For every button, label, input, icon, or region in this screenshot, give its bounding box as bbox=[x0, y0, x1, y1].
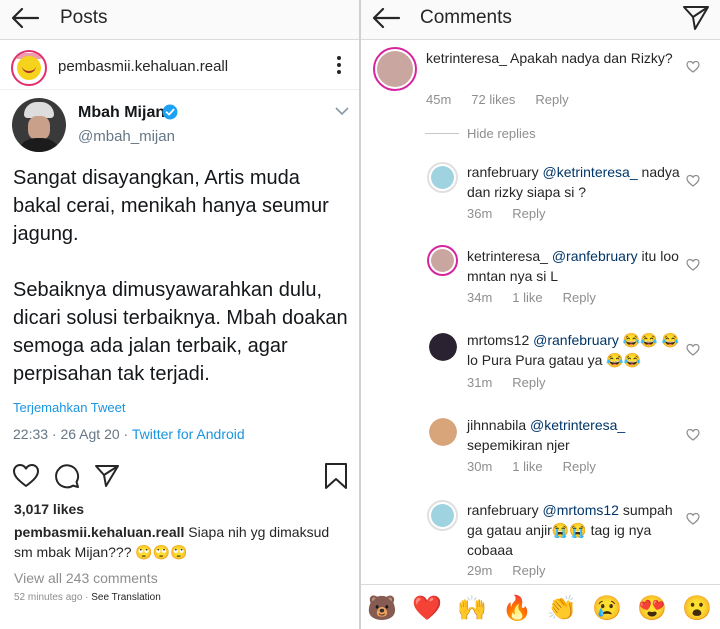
commenter-avatar[interactable] bbox=[373, 47, 417, 91]
comment-time: 34m bbox=[467, 290, 493, 305]
posts-title: Posts bbox=[60, 7, 108, 28]
surprised-face-emoji-button[interactable]: 😮 bbox=[682, 595, 712, 623]
comment-text: mrtoms12 @ranfebruary 😂😂 😂lo Pura Pura g… bbox=[467, 330, 682, 370]
comment-username[interactable]: mrtoms12 bbox=[467, 332, 529, 348]
comment-likes[interactable]: 1 like bbox=[512, 459, 542, 474]
comment-time: 45m bbox=[426, 92, 452, 107]
comment-text: ranfebruary @ketrinteresa_ nadya dan riz… bbox=[467, 162, 682, 202]
comment-body: Apakah nadya dan Rizky? bbox=[506, 50, 673, 66]
post-time-ago: 52 minutes ago · bbox=[14, 592, 92, 603]
comments-top-bar: Comments bbox=[361, 0, 720, 40]
hide-replies-line bbox=[425, 133, 459, 134]
translate-tweet-link: Terjemahkan Tweet bbox=[13, 400, 126, 415]
like-heart-icon[interactable] bbox=[12, 462, 40, 490]
comment-body: sepemikiran njer bbox=[467, 437, 570, 453]
caption-username[interactable]: pembasmii.kehaluan.reall bbox=[14, 524, 184, 540]
comment-like-heart-icon[interactable] bbox=[686, 343, 700, 356]
commenter-avatar[interactable] bbox=[429, 333, 457, 361]
posts-top-bar: Posts bbox=[0, 0, 359, 40]
post-actions bbox=[0, 458, 359, 494]
comment-bubble-icon[interactable] bbox=[53, 462, 81, 490]
heart-eyes-emoji-button[interactable]: 😍 bbox=[637, 595, 667, 623]
post-author-avatar[interactable] bbox=[11, 50, 47, 86]
comment-meta: 31m Reply bbox=[467, 375, 566, 390]
commenter-avatar[interactable] bbox=[427, 500, 458, 531]
tweet-time: 22:33 · 26 Agt 20 · bbox=[13, 426, 132, 442]
bear-emoji-button[interactable]: 🐻 bbox=[367, 595, 397, 623]
comment-username[interactable]: jihnnabila bbox=[467, 417, 526, 433]
comments-panel: Comments ketrinteresa_ Apakah nadya dan … bbox=[361, 0, 720, 629]
comment-mention[interactable]: @ketrinteresa_ bbox=[539, 164, 637, 180]
tweet-author-name: Mbah Mijan bbox=[78, 104, 166, 121]
comment-meta: 30m 1 like Reply bbox=[467, 459, 616, 474]
comment-text: ketrinteresa_ @ranfebruary itu loo mntan… bbox=[467, 246, 682, 286]
post-caption: pembasmii.kehaluan.reall Siapa nih yg di… bbox=[14, 522, 349, 562]
share-send-icon[interactable] bbox=[93, 462, 121, 490]
direct-send-icon[interactable] bbox=[682, 5, 710, 31]
reply-button[interactable]: Reply bbox=[512, 375, 545, 390]
reply-button[interactable]: Reply bbox=[563, 459, 596, 474]
fire-emoji-button[interactable]: 🔥 bbox=[502, 595, 532, 623]
tweet-meta: 22:33 · 26 Agt 20 · Twitter for Android bbox=[13, 426, 245, 442]
comment-username[interactable]: ketrinteresa_ bbox=[467, 248, 548, 264]
raising-hands-emoji-button[interactable]: 🙌 bbox=[457, 595, 487, 623]
tweet-author-handle: @mbah_mijan bbox=[78, 128, 175, 145]
comment-time: 29m bbox=[467, 563, 493, 578]
comment-like-heart-icon[interactable] bbox=[686, 258, 700, 271]
post-author-username[interactable]: pembasmii.kehaluan.reall bbox=[58, 58, 228, 75]
comment-text: ketrinteresa_ Apakah nadya dan Rizky? bbox=[426, 48, 691, 68]
comment-username[interactable]: ketrinteresa_ bbox=[426, 50, 507, 66]
comment-mention[interactable]: @ranfebruary bbox=[529, 332, 619, 348]
commenter-avatar[interactable] bbox=[427, 245, 458, 276]
red-heart-emoji-button[interactable]: ❤️ bbox=[412, 595, 442, 623]
chevron-down-icon bbox=[335, 107, 349, 116]
view-all-comments-link[interactable]: View all 243 comments bbox=[14, 570, 158, 586]
quick-reaction-bar: 🐻 ❤️ 🙌 🔥 👏 😢 😍 😮 bbox=[361, 584, 720, 629]
tweet-author-avatar bbox=[12, 98, 66, 152]
comment-time: 30m bbox=[467, 459, 493, 474]
commenter-avatar[interactable] bbox=[429, 418, 457, 446]
comment-text: ranfebruary @mrtoms12 sumpah ga gatau an… bbox=[467, 500, 682, 560]
comment-mention[interactable]: @ranfebruary bbox=[548, 248, 638, 264]
clapping-hands-emoji-button[interactable]: 👏 bbox=[547, 595, 577, 623]
post-header: pembasmii.kehaluan.reall bbox=[0, 44, 359, 90]
reply-button[interactable]: Reply bbox=[512, 563, 545, 578]
likes-count[interactable]: 3,017 likes bbox=[14, 501, 84, 517]
tweet-image: Mbah Mijan @mbah_mijan Sangat disayangka… bbox=[0, 90, 359, 452]
crying-face-emoji-button[interactable]: 😢 bbox=[592, 595, 622, 623]
reply-button[interactable]: Reply bbox=[563, 290, 596, 305]
comment-likes[interactable]: 1 like bbox=[512, 290, 542, 305]
more-options-icon[interactable] bbox=[335, 56, 343, 78]
see-translation-link[interactable]: See Translation bbox=[91, 592, 161, 603]
tweet-text: Sangat disayangkan, Artis muda bakal cer… bbox=[13, 167, 348, 385]
back-arrow-icon[interactable] bbox=[371, 6, 401, 30]
comment-meta: 34m 1 like Reply bbox=[467, 290, 616, 305]
comment-like-heart-icon[interactable] bbox=[686, 428, 700, 441]
comment-like-heart-icon[interactable] bbox=[686, 512, 700, 525]
hide-replies-button[interactable]: Hide replies bbox=[467, 126, 536, 141]
comment-time: 31m bbox=[467, 375, 493, 390]
reply-button[interactable]: Reply bbox=[535, 92, 568, 107]
commenter-avatar[interactable] bbox=[427, 162, 458, 193]
comment-meta: 29m Reply bbox=[467, 563, 566, 578]
bookmark-icon[interactable] bbox=[322, 462, 350, 490]
comment-likes[interactable]: 72 likes bbox=[471, 92, 515, 107]
comment-meta: 36m Reply bbox=[467, 206, 566, 221]
comment-time: 36m bbox=[467, 206, 493, 221]
post-panel: Posts pembasmii.kehaluan.reall Mbah Mija… bbox=[0, 0, 359, 629]
comment-mention[interactable]: @ketrinteresa_ bbox=[526, 417, 625, 433]
comment-like-heart-icon[interactable] bbox=[686, 60, 700, 73]
comment-username[interactable]: ranfebruary bbox=[467, 164, 539, 180]
comment-text: jihnnabila @ketrinteresa_ sepemikiran nj… bbox=[467, 415, 682, 455]
back-arrow-icon[interactable] bbox=[10, 6, 40, 30]
comment-meta: 45m 72 likes Reply bbox=[426, 92, 589, 107]
tweet-source: Twitter for Android bbox=[131, 426, 245, 442]
comment-like-heart-icon[interactable] bbox=[686, 174, 700, 187]
comment-mention[interactable]: @mrtoms12 bbox=[539, 502, 618, 518]
comments-title: Comments bbox=[420, 7, 512, 28]
verified-badge-icon bbox=[162, 104, 178, 120]
comment-username[interactable]: ranfebruary bbox=[467, 502, 539, 518]
post-time: 52 minutes ago · See Translation bbox=[14, 592, 161, 603]
reply-button[interactable]: Reply bbox=[512, 206, 545, 221]
